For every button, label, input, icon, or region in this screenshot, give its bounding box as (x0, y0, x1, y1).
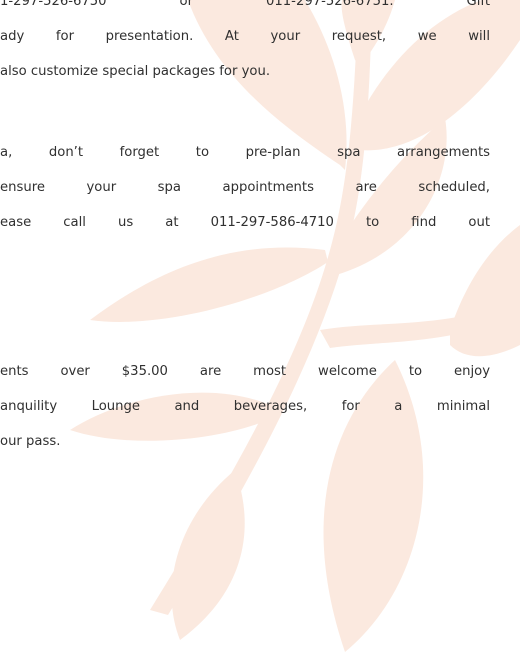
paragraph-2-line-3: ease call us at 011-297-586-4710 to find… (0, 215, 490, 230)
paragraph-1-line-3: also customize special packages for you. (0, 64, 271, 79)
paragraph-2-line-1: a, don’t forget to pre-plan spa arrangem… (0, 145, 490, 160)
paragraph-3-line-2: anquility Lounge and beverages, for a mi… (0, 399, 490, 414)
paragraph-3-line-3: our pass. (0, 434, 61, 449)
document-text: 1-297-526-6750 or 011-297-526-6751. Gift… (0, 0, 520, 658)
paragraph-3-line-1: ents over $35.00 are most welcome to enj… (0, 364, 490, 379)
paragraph-2-line-2: ensure your spa appointments are schedul… (0, 180, 490, 195)
paragraph-1-line-2: ady for presentation. At your request, w… (0, 29, 490, 44)
paragraph-1-line-1: 1-297-526-6750 or 011-297-526-6751. Gift (0, 0, 490, 9)
